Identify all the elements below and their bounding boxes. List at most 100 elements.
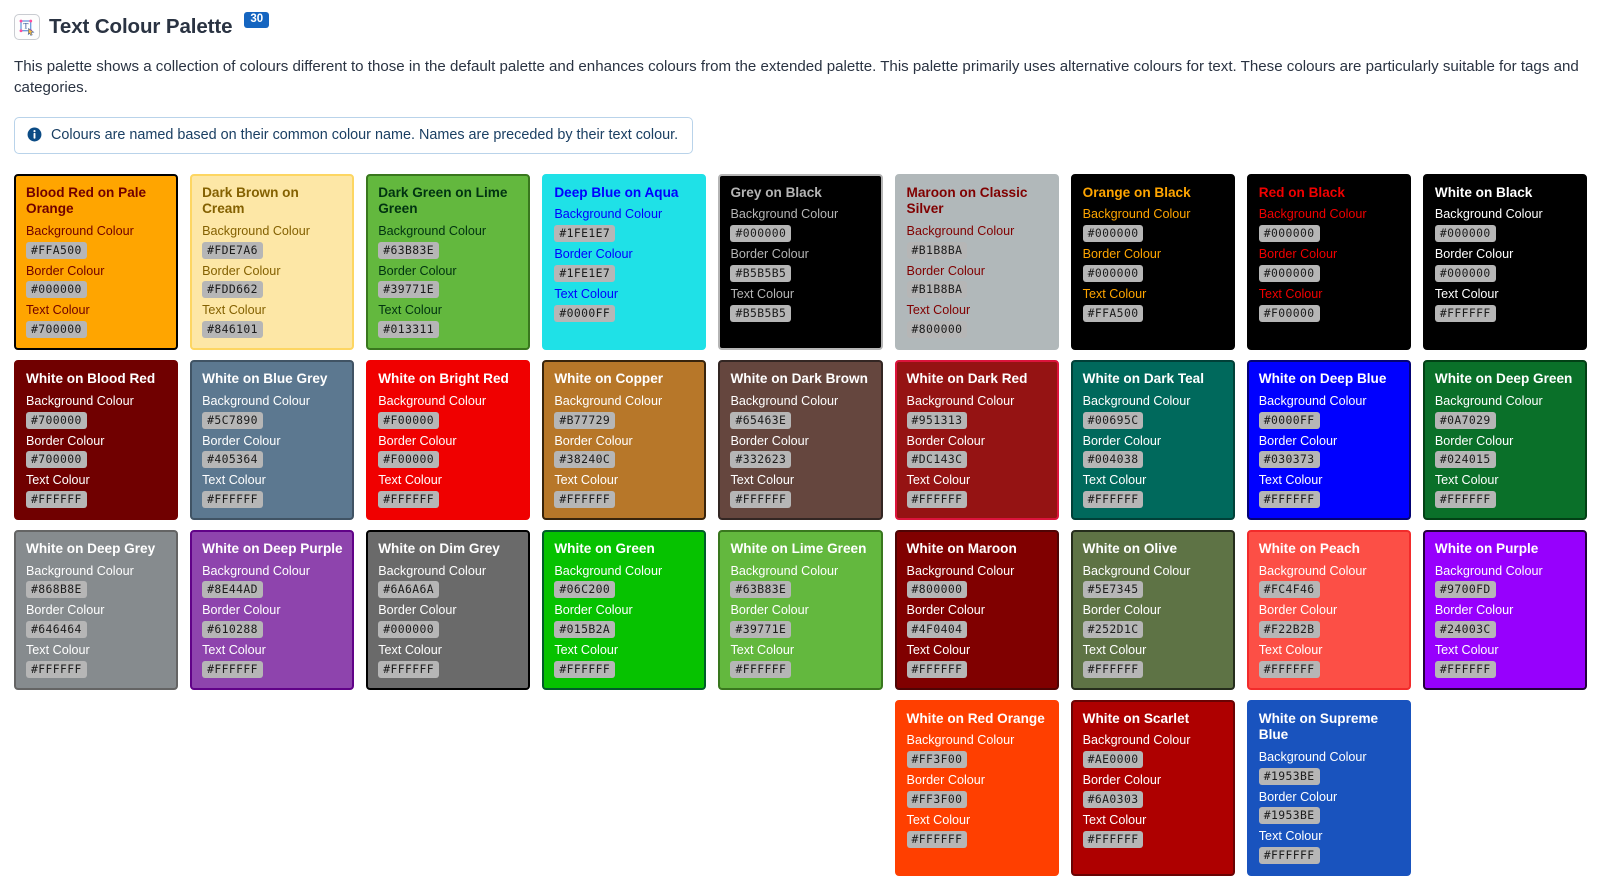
swatch-border-value[interactable]: #FDD662 bbox=[202, 281, 263, 299]
swatch-background-value[interactable]: #1953BE bbox=[1258, 767, 1320, 785]
swatch-border-value[interactable]: #000000 bbox=[378, 621, 440, 639]
swatch-background-value[interactable]: #FC4F46 bbox=[1258, 581, 1320, 599]
swatch-text-value[interactable]: #FFFFFF bbox=[26, 490, 87, 508]
swatch-border-value[interactable]: #B1B8BA bbox=[906, 281, 968, 299]
swatch-text-value[interactable]: #FFFFFF bbox=[202, 490, 263, 508]
swatch-text-value[interactable]: #FFFFFF bbox=[906, 490, 968, 508]
colour-swatch-card[interactable]: White on Bright Red Background Colour #F00… bbox=[366, 360, 531, 520]
swatch-text-value[interactable]: #0000FF bbox=[554, 304, 616, 322]
swatch-text-value[interactable]: #FFFFFF bbox=[554, 660, 616, 678]
colour-swatch-card[interactable]: White on Deep Green Background Colour #0A7… bbox=[1422, 360, 1587, 520]
swatch-border-value[interactable]: #700000 bbox=[26, 451, 87, 469]
swatch-text-value[interactable]: #FFFFFF bbox=[378, 490, 440, 508]
swatch-background-value[interactable]: #000000 bbox=[1258, 225, 1320, 243]
swatch-background-value[interactable]: #8E44AD bbox=[202, 581, 263, 599]
swatch-border-value[interactable]: #FF3F00 bbox=[906, 790, 968, 808]
colour-swatch-card[interactable]: Orange on Black Background Colour #000000 B… bbox=[1070, 173, 1235, 351]
swatch-background-value[interactable]: #700000 bbox=[26, 411, 87, 429]
swatch-text-value[interactable]: #FFFFFF bbox=[906, 660, 968, 678]
swatch-border-value[interactable]: #610288 bbox=[202, 621, 263, 639]
colour-swatch-card[interactable]: White on Copper Background Colour #B77729 B… bbox=[542, 360, 707, 520]
swatch-text-value[interactable]: #FFFFFF bbox=[1434, 490, 1496, 508]
swatch-border-value[interactable]: #332623 bbox=[730, 451, 792, 469]
swatch-text-value[interactable]: #FFFFFF bbox=[378, 660, 440, 678]
swatch-text-value[interactable]: #FFFFFF bbox=[1082, 830, 1144, 848]
colour-swatch-card[interactable]: White on Dark Teal Background Colour #0069… bbox=[1070, 360, 1235, 520]
colour-swatch-card[interactable]: White on Blood Red Background Colour #7000… bbox=[14, 360, 179, 520]
swatch-background-value[interactable]: #1FE1E7 bbox=[554, 225, 616, 243]
swatch-text-value[interactable]: #FFFFFF bbox=[1082, 490, 1144, 508]
swatch-background-value[interactable]: #0000FF bbox=[1258, 411, 1320, 429]
swatch-background-value[interactable]: #B77729 bbox=[554, 411, 616, 429]
colour-swatch-card[interactable]: Red on Black Background Colour #000000 Bord… bbox=[1246, 173, 1411, 351]
swatch-text-value[interactable]: #013311 bbox=[378, 321, 440, 339]
colour-swatch-card[interactable]: Grey on Black Background Colour #000000 Bor… bbox=[718, 173, 883, 351]
swatch-border-value[interactable]: #000000 bbox=[1258, 264, 1320, 282]
swatch-border-value[interactable]: #000000 bbox=[26, 281, 87, 299]
swatch-text-value[interactable]: #B5B5B5 bbox=[730, 304, 792, 322]
swatch-background-value[interactable]: #B1B8BA bbox=[906, 241, 968, 259]
swatch-border-value[interactable]: #B5B5B5 bbox=[730, 264, 792, 282]
swatch-background-value[interactable]: #FF3F00 bbox=[906, 751, 968, 769]
colour-swatch-card[interactable]: Dark Brown on Cream Background Colour #FDE… bbox=[190, 173, 355, 351]
swatch-border-value[interactable]: #39771E bbox=[730, 621, 792, 639]
swatch-border-value[interactable]: #39771E bbox=[378, 281, 440, 299]
colour-swatch-card[interactable]: White on Green Background Colour #06C200 Bo… bbox=[542, 529, 707, 690]
swatch-text-value[interactable]: #FFA500 bbox=[1082, 304, 1144, 322]
swatch-border-value[interactable]: #4F0404 bbox=[906, 621, 968, 639]
swatch-text-value[interactable]: #FFFFFF bbox=[1258, 847, 1320, 865]
swatch-background-value[interactable]: #AE0000 bbox=[1082, 751, 1144, 769]
swatch-text-value[interactable]: #FFFFFF bbox=[554, 490, 616, 508]
colour-swatch-card[interactable]: White on Maroon Background Colour #800000 B… bbox=[894, 529, 1059, 690]
swatch-background-value[interactable]: #65463E bbox=[730, 411, 792, 429]
swatch-border-value[interactable]: #646464 bbox=[26, 621, 87, 639]
swatch-border-value[interactable]: #015B2A bbox=[554, 621, 616, 639]
swatch-text-value[interactable]: #FFFFFF bbox=[202, 660, 263, 678]
swatch-background-value[interactable]: #9700FD bbox=[1434, 581, 1496, 599]
swatch-border-value[interactable]: #24003C bbox=[1434, 621, 1496, 639]
colour-swatch-card[interactable]: White on Olive Background Colour #5E7345 Bo… bbox=[1070, 529, 1235, 690]
swatch-border-value[interactable]: #000000 bbox=[1434, 264, 1496, 282]
swatch-border-value[interactable]: #030373 bbox=[1258, 451, 1320, 469]
swatch-background-value[interactable]: #951313 bbox=[906, 411, 968, 429]
swatch-text-value[interactable]: #846101 bbox=[202, 321, 263, 339]
colour-swatch-card[interactable]: Dark Green on Lime Green Background Colou… bbox=[366, 173, 531, 351]
swatch-text-value[interactable]: #FFFFFF bbox=[1082, 660, 1144, 678]
swatch-background-value[interactable]: #FDE7A6 bbox=[202, 241, 263, 259]
colour-swatch-card[interactable]: White on Lime Green Background Colour #63B… bbox=[718, 529, 883, 690]
colour-swatch-card[interactable]: White on Dark Red Background Colour #95131… bbox=[894, 360, 1059, 520]
swatch-background-value[interactable]: #06C200 bbox=[554, 581, 616, 599]
swatch-text-value[interactable]: #F00000 bbox=[1258, 304, 1320, 322]
swatch-text-value[interactable]: #FFFFFF bbox=[1258, 490, 1320, 508]
colour-swatch-card[interactable]: White on Peach Background Colour #FC4F46 Bo… bbox=[1246, 529, 1411, 690]
colour-swatch-card[interactable]: White on Black Background Colour #000000 Bo… bbox=[1422, 173, 1587, 351]
swatch-background-value[interactable]: #F00000 bbox=[378, 411, 440, 429]
colour-swatch-card[interactable]: White on Deep Blue Background Colour #0000… bbox=[1246, 360, 1411, 520]
swatch-border-value[interactable]: #6A0303 bbox=[1082, 790, 1144, 808]
swatch-background-value[interactable]: #63B83E bbox=[378, 241, 440, 259]
swatch-background-value[interactable]: #000000 bbox=[1082, 225, 1144, 243]
colour-swatch-card[interactable]: Deep Blue on Aqua Background Colour #1FE1E… bbox=[542, 173, 707, 351]
colour-swatch-card[interactable]: White on Scarlet Background Colour #AE0000… bbox=[1070, 699, 1235, 876]
colour-swatch-card[interactable]: White on Blue Grey Background Colour #5C78… bbox=[190, 360, 355, 520]
swatch-border-value[interactable]: #1953BE bbox=[1258, 807, 1320, 825]
swatch-border-value[interactable]: #000000 bbox=[1082, 264, 1144, 282]
swatch-border-value[interactable]: #F22B2B bbox=[1258, 621, 1320, 639]
swatch-text-value[interactable]: #FFFFFF bbox=[26, 660, 87, 678]
swatch-background-value[interactable]: #868B8E bbox=[26, 581, 87, 599]
swatch-text-value[interactable]: #FFFFFF bbox=[1258, 660, 1320, 678]
swatch-background-value[interactable]: #63B83E bbox=[730, 581, 792, 599]
swatch-background-value[interactable]: #6A6A6A bbox=[378, 581, 440, 599]
swatch-border-value[interactable]: #024015 bbox=[1434, 451, 1496, 469]
swatch-text-value[interactable]: #FFFFFF bbox=[1434, 304, 1496, 322]
swatch-border-value[interactable]: #F00000 bbox=[378, 451, 440, 469]
swatch-border-value[interactable]: #252D1C bbox=[1082, 621, 1144, 639]
colour-swatch-card[interactable]: White on Purple Background Colour #9700FD B… bbox=[1422, 529, 1587, 690]
swatch-border-value[interactable]: #38240C bbox=[554, 451, 616, 469]
colour-swatch-card[interactable]: White on Dim Grey Background Colour #6A6A6… bbox=[366, 529, 531, 690]
swatch-text-value[interactable]: #FFFFFF bbox=[730, 660, 792, 678]
swatch-text-value[interactable]: #FFFFFF bbox=[1434, 660, 1496, 678]
colour-swatch-card[interactable]: White on Supreme Blue Background Colour #1… bbox=[1246, 699, 1411, 876]
swatch-background-value[interactable]: #5E7345 bbox=[1082, 581, 1144, 599]
swatch-background-value[interactable]: #000000 bbox=[1434, 225, 1496, 243]
